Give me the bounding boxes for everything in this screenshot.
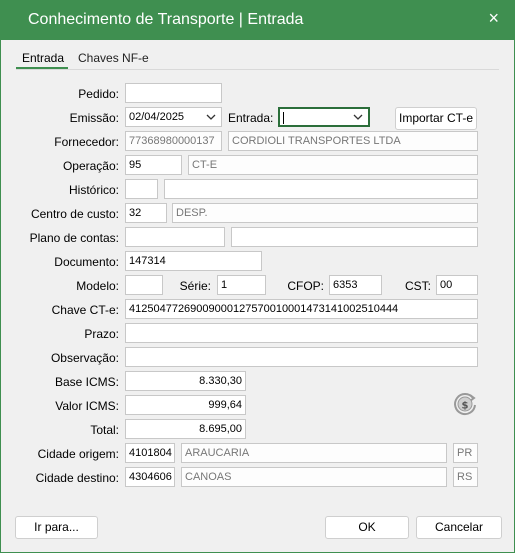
serie-label: Série:	[179, 279, 211, 293]
chevron-down-icon[interactable]	[206, 110, 216, 124]
plano-contas-label: Plano de contas:	[29, 231, 119, 245]
cidade-destino-label: Cidade destino:	[35, 471, 119, 485]
cidade-origem-code-field[interactable]: 4101804	[125, 443, 175, 463]
base-icms-field[interactable]: 8.330,30	[125, 371, 246, 391]
documento-field[interactable]: 147314	[125, 251, 262, 271]
total-label: Total:	[90, 423, 119, 437]
fornecedor-name-field: CORDIOLI TRANSPORTES LTDA	[228, 131, 478, 151]
centro-custo-label: Centro de custo:	[30, 207, 119, 221]
pedido-field[interactable]	[125, 83, 222, 103]
ir-para-button[interactable]: Ir para...	[15, 516, 98, 539]
total-field[interactable]: 8.695,00	[125, 419, 246, 439]
import-cte-button[interactable]: Importar CT-e	[395, 107, 477, 130]
cfop-label: CFOP:	[287, 279, 324, 293]
tab-entrada[interactable]: Entrada	[22, 51, 64, 65]
valor-icms-field[interactable]: 999,64	[125, 395, 246, 415]
window-title: Conhecimento de Transporte | Entrada	[28, 11, 304, 28]
cst-field[interactable]: 00	[436, 275, 478, 295]
valor-icms-label: Valor ICMS:	[55, 399, 119, 413]
emissao-date-field[interactable]: 02/04/2025	[125, 107, 222, 127]
fornecedor-label: Fornecedor:	[54, 135, 119, 149]
entrada-label: Entrada:	[228, 111, 274, 125]
cidade-origem-name-field: ARAUCARIA	[181, 443, 447, 463]
cidade-destino-name-field: CANOAS	[181, 467, 447, 487]
cidade-destino-code-field[interactable]: 4304606	[125, 467, 175, 487]
documento-label: Documento:	[54, 255, 119, 269]
refresh-money-icon[interactable]: $	[451, 390, 479, 418]
operacao-name-field: CT-E	[188, 155, 478, 175]
historico-code-field[interactable]	[125, 179, 158, 199]
centro-custo-code-field[interactable]: 32	[125, 203, 167, 223]
tab-divider	[16, 69, 499, 70]
chave-label: Chave CT-e:	[51, 303, 119, 317]
base-icms-label: Base ICMS:	[54, 375, 119, 389]
cancelar-button[interactable]: Cancelar	[416, 516, 502, 539]
text-cursor	[283, 112, 284, 124]
operacao-code-field[interactable]: 95	[125, 155, 182, 175]
cidade-origem-uf-field: PR	[453, 443, 478, 463]
historico-label: Histórico:	[68, 183, 119, 197]
plano-contas-name-field[interactable]	[231, 227, 478, 247]
serie-field[interactable]: 1	[217, 275, 266, 295]
prazo-field[interactable]	[125, 323, 478, 343]
observacao-field[interactable]	[125, 347, 478, 367]
observacao-label: Observação:	[50, 351, 119, 365]
historico-name-field[interactable]	[164, 179, 478, 199]
centro-custo-name-field: DESP.	[172, 203, 478, 223]
tab-chaves-nfe[interactable]: Chaves NF-e	[78, 51, 149, 65]
entrada-date-field[interactable]	[278, 107, 370, 127]
cfop-field[interactable]: 6353	[329, 275, 382, 295]
operacao-label: Operação:	[62, 159, 119, 173]
cidade-destino-uf-field: RS	[453, 467, 478, 487]
pedido-label: Pedido:	[78, 87, 119, 101]
modelo-field[interactable]	[125, 275, 163, 295]
prazo-label: Prazo:	[84, 327, 119, 341]
cidade-origem-label: Cidade origem:	[37, 447, 119, 461]
emissao-label: Emissão:	[69, 111, 119, 125]
close-icon[interactable]: ×	[488, 8, 499, 29]
fornecedor-code-field[interactable]: 77368980000137	[125, 131, 222, 151]
title-bar: Conhecimento de Transporte | Entrada ×	[0, 0, 515, 40]
svg-text:$: $	[462, 401, 469, 412]
ok-button[interactable]: OK	[325, 516, 409, 539]
plano-contas-code-field[interactable]	[125, 227, 225, 247]
modelo-label: Modelo:	[76, 279, 119, 293]
cst-label: CST:	[404, 279, 431, 293]
emissao-value: 02/04/2025	[129, 111, 185, 123]
chevron-down-icon[interactable]	[353, 111, 363, 125]
chave-cte-field[interactable]: 4125047726900900012757001000147314100251…	[125, 299, 478, 319]
